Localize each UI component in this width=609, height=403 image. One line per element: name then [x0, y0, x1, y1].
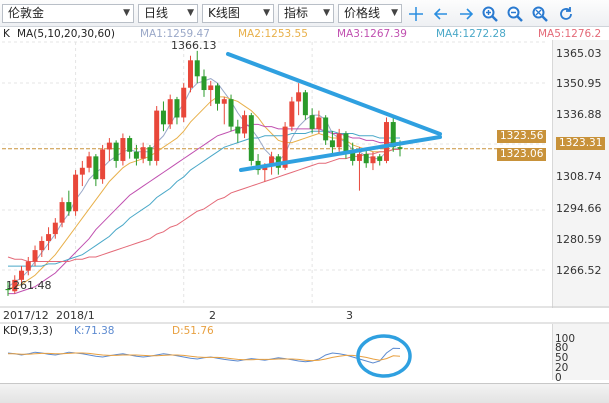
- candle-body: [248, 115, 254, 161]
- candle-body: [25, 261, 31, 271]
- x-label: 2018/1: [56, 309, 95, 322]
- chart-window: 伦敦金 ▼ 日线 ▼ K线图 ▼ 指标 ▼ 价格线 ▼ K MA(5,10,20…: [0, 0, 609, 403]
- kd-params-label: KD(9,3,3): [3, 325, 53, 337]
- candle-body: [93, 156, 99, 180]
- price-tag-current: 1323.31: [556, 137, 606, 150]
- low-label: 1261.48: [6, 279, 52, 292]
- candle-body: [329, 140, 335, 148]
- annotation-upper-trendline: [226, 52, 442, 136]
- candle-body: [113, 142, 119, 161]
- x-label: 3: [346, 309, 353, 322]
- candle-body: [73, 174, 79, 212]
- price-tick: 1280.59: [556, 233, 602, 246]
- candle-body: [356, 154, 362, 161]
- candle-body: [160, 110, 166, 125]
- candle-body: [32, 250, 38, 262]
- candle-body: [194, 60, 200, 77]
- candle-body: [106, 142, 112, 150]
- candle-body: [309, 115, 315, 129]
- candle-body: [140, 147, 146, 159]
- candle-body: [296, 92, 302, 102]
- candle-body: [100, 149, 106, 180]
- candle-body: [147, 147, 153, 161]
- candle-body: [397, 147, 403, 149]
- x-label: 2017/12: [3, 309, 49, 322]
- candle-body: [167, 99, 173, 125]
- candle-body: [221, 99, 227, 104]
- candle-body: [235, 126, 241, 134]
- d-value: D:51.76: [172, 325, 214, 337]
- candle-body: [86, 156, 92, 168]
- kd-legend: KD(9,3,3) K:71.38 D:51.76: [0, 325, 609, 338]
- candle-body: [242, 115, 248, 134]
- candle-body: [316, 117, 322, 129]
- candle-body: [343, 133, 349, 152]
- x-label: 2: [209, 309, 216, 322]
- price-tick: 1308.74: [556, 170, 602, 183]
- candle-body: [363, 154, 369, 164]
- horizontal-scrollbar[interactable]: [0, 383, 609, 403]
- candlestick-chart[interactable]: [0, 0, 609, 403]
- candle-body: [79, 167, 85, 175]
- candle-body: [377, 156, 383, 161]
- candle-body: [289, 101, 295, 127]
- price-tick: 1350.95: [556, 77, 602, 90]
- candle-body: [52, 222, 58, 235]
- candle-body: [66, 202, 72, 212]
- candle-body: [215, 85, 221, 104]
- candle-body: [181, 87, 187, 118]
- candle-body: [120, 138, 126, 161]
- candle-body: [39, 240, 45, 251]
- candle-body: [336, 133, 342, 148]
- candle-body: [201, 76, 207, 91]
- ma-line-ma1: [7, 78, 401, 288]
- price-tag-lower: 1323.06: [497, 148, 547, 161]
- candle-body: [46, 234, 52, 241]
- price-tag-upper: 1323.56: [497, 130, 547, 143]
- price-tick: 1266.52: [556, 264, 602, 277]
- candle-body: [133, 151, 139, 159]
- candle-body: [302, 92, 308, 116]
- price-tick: 1294.66: [556, 202, 602, 215]
- candle-body: [59, 202, 65, 223]
- price-tick: 1336.88: [556, 108, 602, 121]
- high-label: 1366.13: [171, 39, 217, 52]
- candle-body: [208, 85, 214, 91]
- candle-body: [127, 138, 133, 152]
- candle-body: [174, 99, 180, 118]
- k-value: K:71.38: [74, 325, 115, 337]
- candle-body: [228, 99, 234, 127]
- price-tick: 1365.03: [556, 47, 602, 60]
- candle-body: [383, 122, 389, 161]
- candle-body: [187, 60, 193, 88]
- candle-body: [370, 156, 376, 164]
- candle-body: [154, 110, 160, 161]
- candle-body: [323, 117, 329, 141]
